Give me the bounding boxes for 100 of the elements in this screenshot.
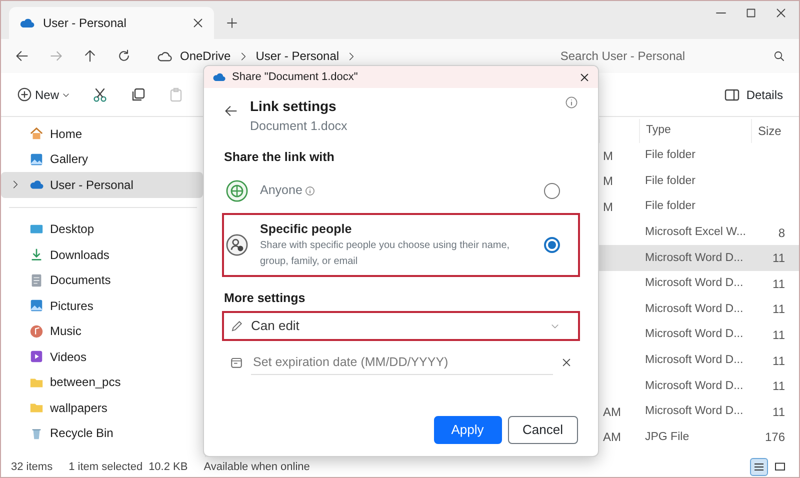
share-option[interactable]: Anyone: [222, 172, 580, 208]
table-cell: File folder: [645, 149, 696, 162]
close-icon[interactable]: [192, 17, 204, 29]
details-button[interactable]: Details: [724, 86, 783, 104]
apply-button[interactable]: Apply: [434, 416, 502, 444]
tab-title: User - Personal: [43, 15, 128, 32]
window-icon[interactable]: [774, 461, 786, 473]
pencil-icon: [230, 320, 243, 332]
sidebar-item[interactable]: Documents: [1, 268, 203, 293]
dialog-title: Share "Document 1.docx": [232, 70, 359, 85]
dialog-heading: Link settings: [250, 97, 338, 116]
table-cell: File folder: [645, 174, 696, 187]
calendar-icon: [230, 356, 243, 368]
share-option[interactable]: Specific people Share with specific people you choose using their name, group, family, or email: [222, 212, 580, 278]
chevron-right-icon: [238, 52, 248, 60]
chevron-right-icon: [347, 52, 356, 60]
copy-icon[interactable]: [130, 86, 146, 102]
table-cell: 176: [764, 430, 785, 444]
radio-button[interactable]: [544, 182, 560, 198]
details-view-button[interactable]: [750, 458, 768, 476]
table-cell: Microsoft Word D...: [645, 380, 744, 392]
new-button[interactable]: New: [17, 86, 70, 104]
section-label: Share the link with: [224, 148, 336, 166]
radio-button[interactable]: [544, 236, 560, 253]
table-cell: M: [603, 174, 613, 188]
download-icon: [29, 247, 44, 262]
table-cell: File folder: [645, 200, 696, 212]
sidebar-item[interactable]: Desktop: [1, 216, 203, 242]
close-icon[interactable]: [775, 7, 787, 19]
table-cell: Microsoft Word D...: [645, 405, 744, 418]
cancel-button[interactable]: Cancel: [508, 416, 578, 444]
table-cell: Microsoft Word D...: [645, 277, 744, 290]
info-icon: [565, 96, 578, 109]
column-header[interactable]: Size: [751, 119, 799, 143]
breadcrumb-item[interactable]: OneDrive: [180, 47, 231, 65]
table-cell: 11: [772, 251, 785, 266]
music-note-icon: [29, 324, 44, 339]
address-bar[interactable]: OneDrive User - Personal: [151, 43, 540, 69]
house-icon: [29, 126, 44, 142]
sidebar-item[interactable]: Gallery: [1, 146, 203, 172]
option-label: Specific people: [260, 220, 352, 238]
sidebar-item[interactable]: Videos: [1, 344, 203, 370]
clear-icon[interactable]: [561, 356, 572, 368]
close-icon[interactable]: [579, 72, 590, 82]
globe-icon: [226, 180, 248, 202]
play-icon: [29, 349, 44, 364]
status-text: 10.2 KB: [148, 460, 188, 475]
panel-icon: [724, 86, 740, 102]
breadcrumb-item[interactable]: User - Personal: [256, 47, 340, 65]
table-cell: Microsoft Excel W...: [645, 226, 746, 238]
sidebar-item[interactable]: wallpapers: [1, 395, 203, 420]
picture-icon: [29, 152, 44, 167]
list-icon[interactable]: [753, 461, 765, 473]
chevron-right-icon[interactable]: [11, 180, 20, 190]
table-cell: 11: [772, 328, 785, 342]
add-tab-icon[interactable]: [226, 17, 238, 29]
maximize-icon[interactable]: [745, 7, 757, 19]
table-cell: 11: [772, 276, 785, 291]
back-arrow-icon[interactable]: [15, 49, 29, 63]
sidebar-item[interactable]: User - Personal: [1, 172, 203, 198]
search-field[interactable]: Search User - Personal: [560, 47, 785, 65]
table-cell: M: [603, 148, 613, 163]
sidebar-item[interactable]: between_pcs: [1, 370, 203, 395]
table-cell: AM: [603, 404, 621, 419]
table-cell: Microsoft Word D...: [645, 354, 744, 366]
sidebar-item[interactable]: Pictures: [1, 293, 203, 318]
table-cell: AM: [603, 430, 621, 444]
option-label: Anyone: [260, 182, 302, 200]
table-cell: 11: [772, 404, 785, 419]
back-arrow-icon[interactable]: [224, 104, 238, 118]
sidebar-item[interactable]: Downloads: [1, 242, 203, 268]
person-lock-icon: [226, 234, 248, 256]
picture-icon: [29, 298, 44, 314]
table-cell: 8: [778, 226, 785, 240]
table-cell: 11: [772, 302, 785, 316]
browser-tab[interactable]: User - Personal: [9, 7, 214, 39]
plus-circle-icon: [17, 87, 32, 102]
table-cell: Microsoft Word D...: [645, 328, 744, 340]
status-text: Available when online: [204, 460, 310, 475]
sidebar-item[interactable]: Home: [1, 121, 203, 146]
table-cell: 11: [772, 354, 785, 368]
permission-dropdown[interactable]: Can edit: [222, 311, 580, 341]
status-text: 32 items: [11, 460, 53, 475]
up-arrow-icon[interactable]: [83, 49, 97, 63]
table-cell: M: [603, 200, 613, 214]
sidebar-item[interactable]: Music: [1, 318, 203, 344]
scissors-icon[interactable]: [92, 86, 108, 102]
search-icon: [773, 50, 785, 62]
option-description: Share with specific people you choose using their name, group, family, or email: [260, 239, 511, 270]
refresh-icon[interactable]: [117, 49, 131, 63]
sidebar-item[interactable]: Recycle Bin: [1, 420, 203, 446]
section-label: More settings: [224, 290, 306, 308]
table-cell: Microsoft Word D...: [645, 252, 744, 264]
table-cell: Microsoft Word D...: [645, 302, 744, 315]
search-placeholder: Search User - Personal: [560, 48, 686, 65]
table-cell: 11: [772, 379, 785, 394]
date-field[interactable]: Set expiration date (MM/DD/YYYY): [251, 349, 553, 375]
column-header[interactable]: Type: [639, 119, 751, 143]
table-cell: JPG File: [645, 430, 690, 443]
file-name: Document 1.docx: [250, 118, 348, 135]
